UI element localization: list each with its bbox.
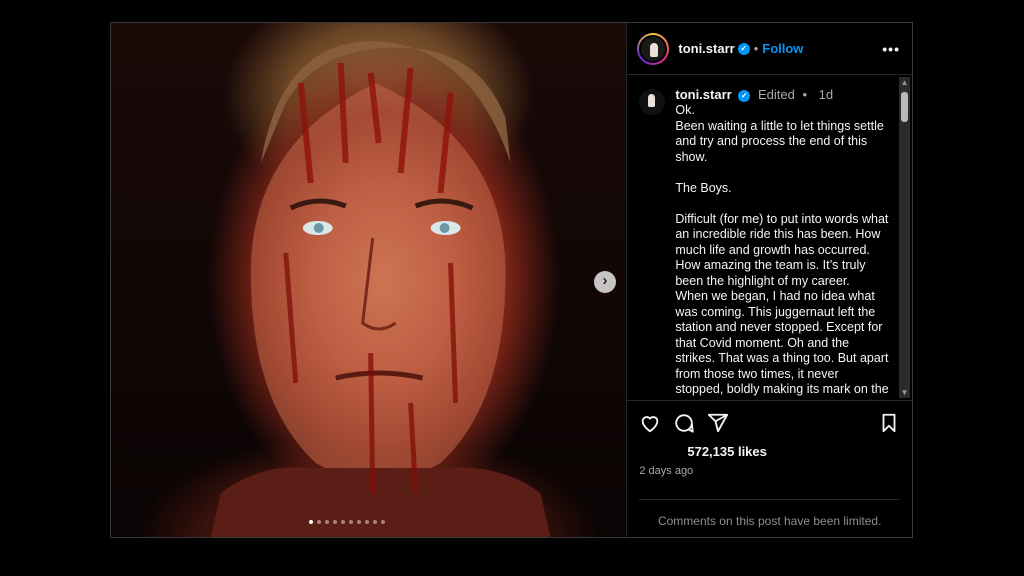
post-time[interactable]: 2 days ago <box>627 465 912 485</box>
comments-limited-notice: Comments on this post have been limited. <box>657 514 882 528</box>
carousel-dot <box>381 520 385 524</box>
carousel-dot <box>365 520 369 524</box>
caption-text: Ok. Been waiting a little to let things … <box>675 103 889 396</box>
caption-area[interactable]: toni.starr ✓ Edited • 1d Ok. Been waitin… <box>627 75 912 400</box>
carousel-dot <box>349 520 353 524</box>
carousel-dot <box>333 520 337 524</box>
separator-dot: • <box>802 87 808 102</box>
separator-dot: • <box>753 41 759 56</box>
verified-icon: ✓ <box>738 89 751 102</box>
author-username[interactable]: toni.starr <box>678 41 734 56</box>
next-slide-button[interactable]: › <box>594 271 616 293</box>
post-modal: › toni.starr ✓ • Follow ••• toni.starr ✓ <box>110 22 913 538</box>
likes-count[interactable]: 572,135 likes <box>627 444 912 462</box>
carousel-dot <box>325 520 329 524</box>
post-sidebar: toni.starr ✓ • Follow ••• toni.starr ✓ E… <box>626 23 912 537</box>
carousel-dots <box>309 520 385 524</box>
heart-icon[interactable] <box>639 412 661 434</box>
comment-icon[interactable] <box>673 412 695 434</box>
caption-block: toni.starr ✓ Edited • 1d Ok. Been waitin… <box>675 87 889 400</box>
verified-icon: ✓ <box>737 42 750 55</box>
caption-header: toni.starr ✓ Edited • 1d <box>675 87 889 103</box>
scrollbar-thumb[interactable] <box>901 92 908 122</box>
carousel-dot <box>317 520 321 524</box>
post-header: toni.starr ✓ • Follow ••• <box>627 23 912 75</box>
scroll-down-icon[interactable]: ▼ <box>900 388 909 397</box>
post-media[interactable]: › <box>111 23 627 537</box>
more-icon[interactable]: ••• <box>882 41 900 57</box>
author-avatar[interactable] <box>637 32 670 65</box>
carousel-dot <box>357 520 361 524</box>
carousel-dot <box>309 520 313 524</box>
caption-time: 1d <box>818 87 834 102</box>
carousel-dot <box>373 520 377 524</box>
action-bar <box>627 400 912 444</box>
follow-button[interactable]: Follow <box>762 41 803 56</box>
share-icon[interactable] <box>707 412 729 434</box>
bookmark-icon[interactable] <box>878 412 900 434</box>
post-photo <box>111 23 627 537</box>
caption-username[interactable]: toni.starr <box>675 87 731 102</box>
scroll-up-icon[interactable]: ▲ <box>900 78 909 87</box>
viewport: › toni.starr ✓ • Follow ••• toni.starr ✓ <box>0 0 1024 576</box>
edited-label: Edited <box>757 87 795 102</box>
caption-avatar[interactable] <box>639 89 666 115</box>
photo-illustration <box>210 41 551 537</box>
caption-scrollbar[interactable]: ▲ ▼ <box>899 77 910 398</box>
carousel-dot <box>341 520 345 524</box>
chevron-right-icon: › <box>602 272 608 289</box>
